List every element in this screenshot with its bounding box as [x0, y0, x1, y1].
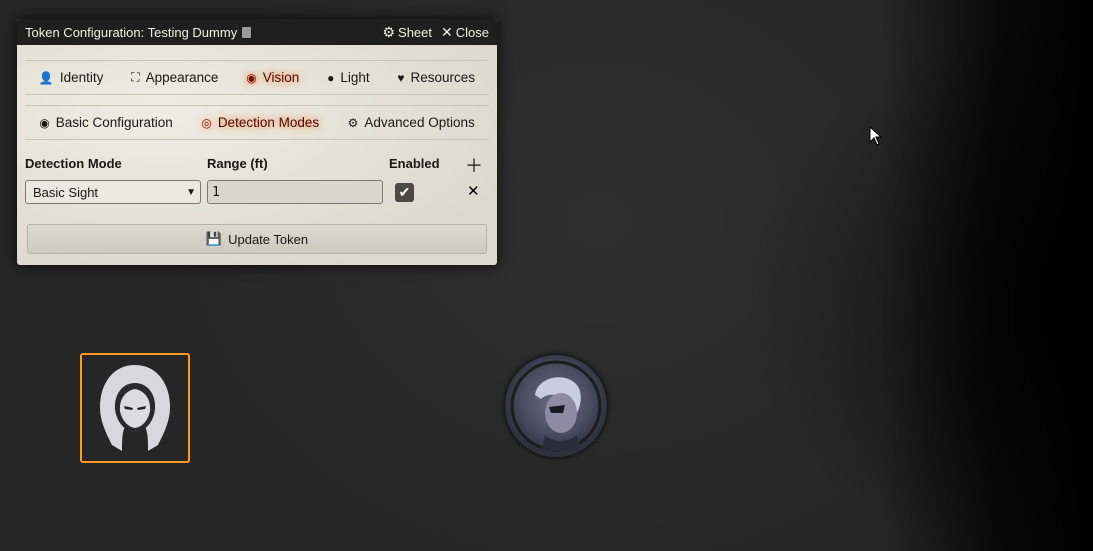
main-tabs: 👤 Identity ⛶ Appearance ◉ Vision ● Light… [25, 60, 489, 95]
tab-basic-configuration-label: Basic Configuration [55, 115, 173, 130]
tab-vision-label: Vision [262, 70, 300, 85]
window-titlebar[interactable]: Token Configuration: Testing Dummy ⚙ She… [17, 19, 497, 45]
window-title: Token Configuration: Testing Dummy [25, 25, 373, 40]
update-token-label: Update Token [228, 231, 309, 247]
update-token-button[interactable]: 💾 Update Token [27, 224, 487, 254]
detection-mode-header: Detection Mode [25, 156, 122, 171]
tab-resources[interactable]: ♥ Resources [397, 70, 475, 85]
heart-icon: ♥ [397, 70, 405, 85]
window-title-text: Token Configuration: Testing Dummy [25, 24, 238, 40]
detection-mode-value: Basic Sight [33, 185, 99, 200]
tab-light[interactable]: ● Light [327, 70, 370, 85]
remove-detection-mode-button[interactable]: ✕ [467, 182, 480, 200]
detection-icon: ◎ [201, 115, 212, 130]
tab-vision[interactable]: ◉ Vision [246, 70, 299, 85]
tab-appearance[interactable]: ⛶ Appearance [131, 70, 218, 85]
detection-mode-select[interactable]: Basic Sight ▼ [25, 180, 201, 204]
eye-icon: ◉ [246, 70, 257, 85]
token-hooded-figure[interactable] [80, 353, 190, 463]
user-icon: 👤 [38, 70, 54, 85]
sheet-button[interactable]: ⚙ Sheet [382, 24, 432, 41]
token-character-portrait[interactable] [505, 355, 607, 457]
tab-advanced-options-label: Advanced Options [364, 115, 475, 130]
tab-appearance-label: Appearance [145, 70, 219, 85]
eye-icon: ◉ [39, 115, 50, 130]
sheet-label: Sheet [398, 24, 433, 40]
document-icon[interactable] [242, 26, 252, 38]
enabled-header: Enabled [389, 156, 440, 171]
tab-identity-label: Identity [59, 70, 104, 85]
tab-light-label: Light [340, 70, 370, 85]
token-config-window: Token Configuration: Testing Dummy ⚙ She… [17, 19, 497, 265]
gear-icon: ⚙ [382, 23, 396, 40]
tab-basic-configuration[interactable]: ◉ Basic Configuration [39, 115, 173, 130]
chevron-down-icon: ▼ [186, 187, 196, 198]
fog-of-war [880, 0, 1093, 551]
vision-subtabs: ◉ Basic Configuration ◎ Detection Modes … [25, 105, 489, 140]
tab-resources-label: Resources [410, 70, 476, 85]
cogs-icon: ⚙ [347, 115, 359, 130]
close-icon: ✕ [441, 23, 453, 40]
add-detection-mode-button[interactable]: ＋ [465, 152, 483, 178]
hooded-figure-icon [100, 365, 170, 451]
expand-icon: ⛶ [131, 70, 140, 84]
range-input[interactable]: 1 [207, 180, 383, 204]
lightbulb-icon: ● [327, 70, 335, 85]
close-button[interactable]: ✕ Close [441, 24, 489, 41]
tab-detection-modes-label: Detection Modes [217, 115, 320, 130]
range-header: Range (ft) [207, 156, 268, 171]
detection-row: Basic Sight ▼ 1 ✔ ✕ [25, 180, 489, 206]
tab-identity[interactable]: 👤 Identity [39, 70, 103, 85]
enabled-checkbox[interactable]: ✔ [395, 183, 414, 202]
tab-advanced-options[interactable]: ⚙ Advanced Options [348, 115, 475, 130]
save-icon: 💾 [205, 231, 223, 246]
tab-detection-modes[interactable]: ◎ Detection Modes [201, 115, 319, 130]
mouse-cursor-icon [869, 126, 883, 146]
close-label: Close [455, 24, 489, 40]
character-portrait-icon [510, 360, 602, 452]
